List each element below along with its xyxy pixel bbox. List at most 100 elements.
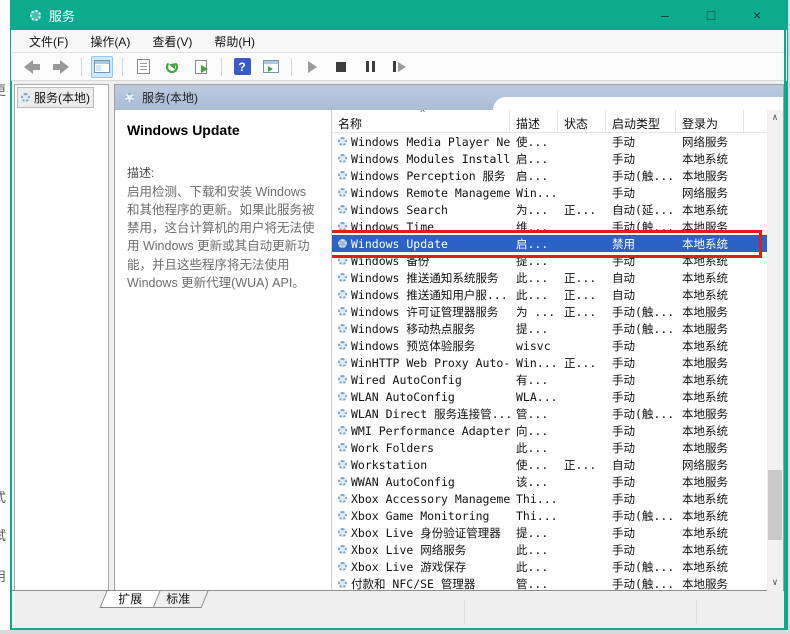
startup-type-cell: 手动 [612,355,635,370]
table-row[interactable]: WMI Performance Adapter 向... 手动 本地系统 [332,422,767,439]
logon-as-cell: 本地系统 [682,270,728,285]
show-console-tree-button[interactable] [91,55,113,78]
table-row[interactable]: Windows Update 启... 禁用 本地系统 [332,235,767,252]
table-row[interactable]: WLAN Direct 服务连接管... 管... 手动(触... 本地服务 [332,405,767,422]
table-row[interactable]: Windows Media Player Ne... 使... 手动 网络服务 [332,133,767,150]
screen: 更式试用 服务 – □ × 文件(F)操作(A)查看(V)帮助(H) [0,0,790,634]
service-name-cell: Windows Media Player Ne... [332,135,510,149]
logon-as-cell: 本地服务 [682,576,728,591]
scrollbar-thumb[interactable] [768,470,782,540]
service-name-cell: Workstation [332,458,510,472]
table-row[interactable]: WWAN AutoConfig 该... 手动 本地服务 [332,473,767,490]
back-button[interactable] [21,56,43,78]
service-name-cell: 付款和 NFC/SE 管理器 [332,576,510,592]
tab-extended[interactable]: 扩展 [99,591,161,608]
service-name-cell: Windows Modules Installer [332,152,510,166]
logon-as-cell: 网络服务 [682,457,728,472]
service-name-cell: Xbox Live 身份验证管理器 [332,525,510,541]
menu-item[interactable]: 查看(V) [144,31,206,52]
table-row[interactable]: Xbox Live 游戏保存 此... 手动(触... 本地系统 [332,558,767,575]
table-row[interactable]: Windows 移动热点服务 提... 手动(触... 本地服务 [332,320,767,337]
clipped-background-text: 更 [0,80,6,99]
table-row[interactable]: Xbox Accessory Manageme... Thi... 手动 本地系统 [332,490,767,507]
panel-header-title: 服务(本地) [142,91,198,105]
tree-item-services-local[interactable]: 服务(本地) [17,87,94,108]
service-name-cell: WLAN AutoConfig [332,390,510,404]
logon-as-cell: 本地服务 [682,168,728,183]
service-gear-icon [338,358,347,367]
menu-item[interactable]: 帮助(H) [206,31,269,52]
stop-icon [336,61,346,72]
column-header-status[interactable]: 状态 [558,110,606,132]
stop-service-button[interactable] [330,56,352,78]
service-table-body: Windows Media Player Ne...使...手动网络服务Wind… [332,133,767,591]
extended-view-button[interactable] [260,56,282,78]
table-row[interactable]: Windows 备份 提... 手动 本地系统 [332,252,767,269]
toolbar-separator [81,57,82,76]
service-gear-icon [338,256,347,265]
restart-service-button[interactable] [388,56,410,78]
extended-view-icon [263,60,279,73]
menu-item[interactable]: 文件(F) [21,31,82,52]
export-list-button[interactable] [190,56,212,78]
table-row[interactable]: WinHTTP Web Proxy Auto-... Win... 正... 手动 本地… [332,354,767,371]
table-row[interactable]: Xbox Game Monitoring Thi... 手动(触... 本地系统 [332,507,767,524]
minimize-button[interactable]: – [642,0,688,30]
table-row[interactable]: Windows 推送通知用户服... 此... 正... 自动 本地系统 [332,286,767,303]
table-row[interactable]: WLAN AutoConfig WLA... 手动 本地系统 [332,388,767,405]
description-cell: Thi... [516,508,558,523]
column-header-description[interactable]: 描述 [510,110,558,132]
column-header-name[interactable]: 名称 ^ [332,110,510,132]
table-row[interactable]: Windows 预览体验服务 wisvc 手动 本地系统 [332,337,767,354]
service-name-cell: Work Folders [332,441,510,455]
menu-item[interactable]: 操作(A) [82,31,144,52]
status-cell: 正... [564,457,597,472]
scroll-up-button[interactable]: ∧ [767,110,783,126]
help-icon: ? [233,58,251,75]
table-row[interactable]: Windows 许可证管理器服务为 ... 正... 手动(触... 本地服务 [332,303,767,320]
logon-as-cell: 本地服务 [682,321,728,336]
table-row[interactable]: Work Folders 此... 手动 本地服务 [332,439,767,456]
table-row[interactable]: Xbox Live 身份验证管理器 提... 手动 本地系统 [332,524,767,541]
startup-type-cell: 手动 [612,151,635,166]
forward-button[interactable] [50,56,72,78]
start-service-button[interactable] [301,56,323,78]
service-gear-icon [338,409,347,418]
maximize-button[interactable]: □ [688,0,734,30]
close-button[interactable]: × [734,0,780,30]
service-name-cell: WinHTTP Web Proxy Auto-... [332,356,510,370]
status-separator [696,600,697,624]
sort-ascending-icon: ^ [420,110,426,119]
service-gear-icon [338,324,347,333]
properties-button[interactable] [132,56,154,78]
table-row[interactable]: Windows Remote Manageme... Win... 手动 网络服务 [332,184,767,201]
table-row[interactable]: Windows Perception 服务 启... 手动(触... 本地服务 [332,167,767,184]
play-icon [307,60,317,73]
vertical-scrollbar[interactable]: ∧ ∨ [767,110,783,591]
column-header-logon-as[interactable]: 登录为 [676,110,744,132]
logon-as-cell: 本地系统 [682,559,728,574]
service-name-cell: Windows Remote Manageme... [332,186,510,200]
pause-service-button[interactable] [359,56,381,78]
service-gear-icon [338,205,347,214]
table-row[interactable]: Windows Modules Installer 启... 手动 本地系统 [332,150,767,167]
description-cell: 该... [516,474,549,489]
description-cell: 有... [516,372,549,387]
table-row[interactable]: Xbox Live 网络服务 此... 手动 本地系统 [332,541,767,558]
refresh-button[interactable] [161,56,183,78]
table-row[interactable]: 付款和 NFC/SE 管理器 管... 手动(触... 本地服务 [332,575,767,591]
table-row[interactable]: Windows Time 维... 手动(触... 本地服务 [332,218,767,235]
table-row[interactable]: Windows 推送通知系统服务 此... 正... 自动 本地系统 [332,269,767,286]
startup-type-cell: 自动 [612,287,635,302]
table-row[interactable]: Wired AutoConfig 有... 手动 本地系统 [332,371,767,388]
help-button[interactable]: ? [231,56,253,78]
table-row[interactable]: Workstation 使... 正... 自动 网络服务 [332,456,767,473]
service-gear-icon [338,375,347,384]
column-header-startup-type[interactable]: 启动类型 [606,110,676,132]
startup-type-cell: 手动 [612,474,635,489]
bottom-bar: 扩展 标准 [12,590,786,628]
title-bar[interactable]: 服务 – □ × [10,0,788,30]
scroll-down-button[interactable]: ∨ [767,575,783,591]
table-row[interactable]: Windows Search 为... 正... 自动(延... 本地系统 [332,201,767,218]
service-name-cell: Windows 推送通知系统服务 [332,270,510,286]
